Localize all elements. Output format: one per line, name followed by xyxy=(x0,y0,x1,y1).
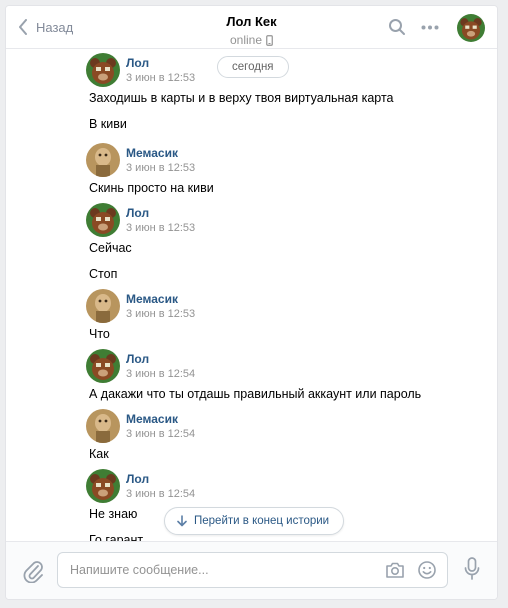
message-author[interactable]: Лол xyxy=(126,56,149,70)
scroll-to-end-label: Перейти в конец истории xyxy=(194,515,330,527)
message-author[interactable]: Лол xyxy=(126,352,149,366)
message-author[interactable]: Мемасик xyxy=(126,412,178,426)
bear-avatar[interactable] xyxy=(457,14,485,42)
message-time[interactable]: 3 июн в 12:53 xyxy=(126,72,195,84)
message-text: Стоп xyxy=(89,267,118,281)
message-text: Заходишь в карты и в верху твоя виртуаль… xyxy=(89,91,394,105)
message-author[interactable]: Лол xyxy=(126,472,149,486)
emoji-icon[interactable] xyxy=(417,560,437,580)
mobile-phone-icon xyxy=(266,34,273,46)
search-icon[interactable] xyxy=(388,18,406,36)
meme-avatar[interactable] xyxy=(86,143,120,177)
message-text: Не знаю xyxy=(89,507,138,521)
message-time[interactable]: 3 июн в 12:53 xyxy=(126,162,195,174)
message-time[interactable]: 3 июн в 12:54 xyxy=(126,488,195,500)
more-icon[interactable] xyxy=(421,25,439,30)
message-input-box[interactable] xyxy=(57,552,448,588)
message-author[interactable]: Мемасик xyxy=(126,292,178,306)
message-text: В киви xyxy=(89,117,127,131)
meme-avatar[interactable] xyxy=(86,289,120,323)
camera-icon[interactable] xyxy=(385,561,405,579)
message-text: Что xyxy=(89,327,110,341)
bear-avatar[interactable] xyxy=(86,203,120,237)
message-text: А дакажи что ты отдашь правильный аккаун… xyxy=(89,387,422,401)
message-time[interactable]: 3 июн в 12:54 xyxy=(126,428,195,440)
message-text: Скинь просто на киви xyxy=(89,181,214,195)
message-time[interactable]: 3 июн в 12:54 xyxy=(126,368,195,380)
message-composer xyxy=(6,541,497,599)
date-divider: сегодня xyxy=(217,56,289,78)
message-text: Сейчас xyxy=(89,241,132,255)
chat-title-block: Лол Кек online xyxy=(6,14,497,49)
arrow-down-icon xyxy=(177,515,187,527)
paperclip-icon[interactable] xyxy=(22,559,44,583)
message-input[interactable] xyxy=(70,553,370,587)
online-status: online xyxy=(230,33,273,47)
chat-window: Назад Лол Кек online сегодня Лол 3 июн в… xyxy=(5,5,498,600)
message-text: Как xyxy=(89,447,109,461)
bear-avatar[interactable] xyxy=(86,53,120,87)
message-author[interactable]: Мемасик xyxy=(126,146,178,160)
bear-avatar[interactable] xyxy=(86,469,120,503)
message-time[interactable]: 3 июн в 12:53 xyxy=(126,222,195,234)
microphone-icon[interactable] xyxy=(464,557,480,581)
message-author[interactable]: Лол xyxy=(126,206,149,220)
status-text: online xyxy=(229,33,263,47)
bear-avatar[interactable] xyxy=(86,349,120,383)
message-history[interactable]: сегодня Лол 3 июн в 12:53 Заходишь в кар… xyxy=(6,50,497,543)
scroll-to-end-button[interactable]: Перейти в конец истории xyxy=(164,507,345,535)
message-time[interactable]: 3 июн в 12:53 xyxy=(126,308,195,320)
meme-avatar[interactable] xyxy=(86,409,120,443)
chat-header: Назад Лол Кек online xyxy=(6,6,497,49)
